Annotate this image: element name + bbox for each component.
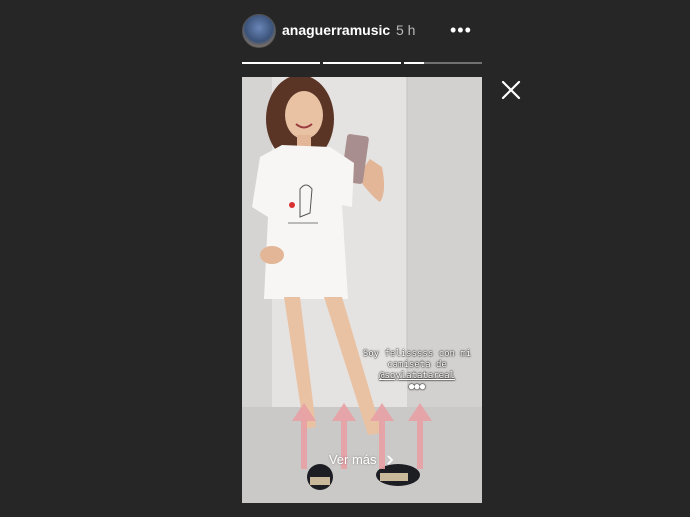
progress-segment-1 bbox=[242, 62, 320, 64]
chevron-right-icon bbox=[387, 455, 394, 465]
story-header: anaguerramusic 5 h ••• bbox=[242, 14, 482, 48]
caption-line-2: camiseta de bbox=[387, 360, 447, 370]
more-dots-icon[interactable]: ••• bbox=[450, 20, 472, 41]
close-icon[interactable] bbox=[500, 79, 522, 101]
mention-link[interactable]: @soylatatareal bbox=[356, 371, 478, 382]
avatar[interactable] bbox=[242, 14, 276, 48]
story-frame[interactable]: Soy felisssss con mi camiseta de @soylat… bbox=[242, 77, 482, 503]
progress-segment-3 bbox=[404, 62, 482, 64]
caption-line-1: Soy felisssss con mi bbox=[362, 349, 472, 359]
post-time: 5 h bbox=[396, 22, 416, 38]
username-link[interactable]: anaguerramusic bbox=[282, 22, 390, 38]
story-photo bbox=[242, 77, 482, 503]
emoji-sticker: ●●● bbox=[408, 382, 426, 392]
story-progress bbox=[242, 62, 482, 64]
story-caption: Soy felisssss con mi camiseta de @soylat… bbox=[356, 349, 478, 393]
see-more-label: Ver más bbox=[328, 452, 377, 467]
see-more-button[interactable]: Ver más bbox=[242, 452, 482, 467]
progress-segment-2 bbox=[323, 62, 401, 64]
